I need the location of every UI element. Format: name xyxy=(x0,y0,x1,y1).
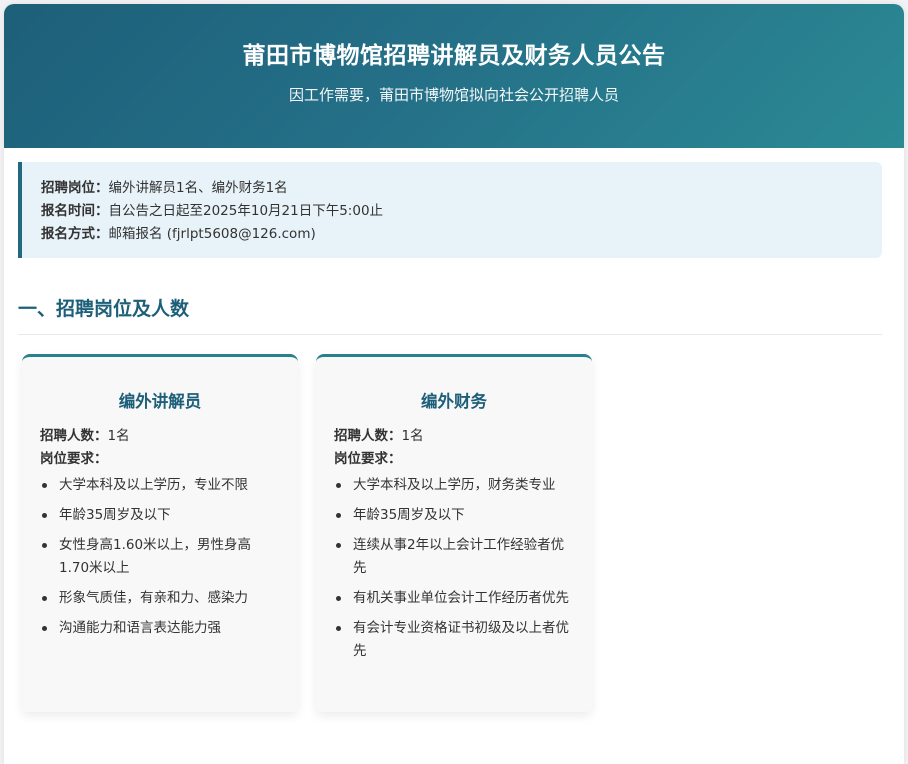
job-card-finance: 编外财务 招聘人数：1名 岗位要求： 大学本科及以上学历，财务类专业 年龄35周… xyxy=(316,354,592,712)
bullet-icon xyxy=(42,483,47,488)
info-positions-value: 编外讲解员1名、编外财务1名 xyxy=(108,180,288,196)
info-method-value: 邮箱报名 (fjrlpt5608@126.com) xyxy=(108,226,316,242)
bullet-icon xyxy=(336,483,341,488)
info-positions-label: 招聘岗位： xyxy=(41,180,109,196)
requirement-text: 年龄35周岁及以下 xyxy=(59,507,171,523)
bullet-icon xyxy=(336,513,341,518)
section-divider xyxy=(18,334,882,335)
bullet-icon xyxy=(42,626,47,631)
page-subtitle: 因工作需要，莆田市博物馆拟向社会公开招聘人员 xyxy=(288,86,619,104)
requirement-item: 年龄35周岁及以下 xyxy=(334,504,574,527)
bullet-icon xyxy=(42,596,47,601)
requirement-item: 有会计专业资格证书初级及以上者优先 xyxy=(334,617,574,663)
bullet-icon xyxy=(336,626,341,631)
requirement-text: 大学本科及以上学历，财务类专业 xyxy=(353,477,556,493)
info-method: 报名方式：邮箱报名 (fjrlpt5608@126.com) xyxy=(41,223,882,246)
info-deadline: 报名时间：自公告之日起至2025年10月21日下午5:00止 xyxy=(41,200,882,223)
job-count-label: 招聘人数： xyxy=(40,428,108,444)
requirement-text: 有会计专业资格证书初级及以上者优先 xyxy=(353,620,569,659)
info-positions: 招聘岗位：编外讲解员1名、编外财务1名 xyxy=(41,177,882,200)
job-requirements-list: 大学本科及以上学历，专业不限 年龄35周岁及以下 女性身高1.60米以上，男性身… xyxy=(40,474,280,640)
job-count-label: 招聘人数： xyxy=(334,428,402,444)
job-requirements-label: 岗位要求： xyxy=(334,451,402,467)
job-count: 招聘人数：1名 xyxy=(40,426,280,447)
requirement-item: 连续从事2年以上会计工作经验者优先 xyxy=(334,534,574,580)
requirement-item: 形象气质佳，有亲和力、感染力 xyxy=(40,587,280,610)
requirement-text: 女性身高1.60米以上，男性身高1.70米以上 xyxy=(59,537,252,576)
job-card-title: 编外财务 xyxy=(421,392,487,411)
requirement-text: 形象气质佳，有亲和力、感染力 xyxy=(59,590,248,606)
bullet-icon xyxy=(42,513,47,518)
info-summary-box: 招聘岗位：编外讲解员1名、编外财务1名 报名时间：自公告之日起至2025年10月… xyxy=(18,162,882,258)
info-method-label: 报名方式： xyxy=(41,226,109,242)
job-requirements-label: 岗位要求： xyxy=(40,451,108,467)
section-title: 一、招聘岗位及人数 xyxy=(18,298,190,320)
info-deadline-value: 自公告之日起至2025年10月21日下午5:00止 xyxy=(108,203,384,219)
requirement-text: 大学本科及以上学历，专业不限 xyxy=(59,477,248,493)
requirement-item: 大学本科及以上学历，财务类专业 xyxy=(334,474,574,497)
requirement-item: 女性身高1.60米以上，男性身高1.70米以上 xyxy=(40,534,280,580)
job-count-value: 1名 xyxy=(401,428,424,444)
job-count-value: 1名 xyxy=(107,428,130,444)
page-title: 莆田市博物馆招聘讲解员及财务人员公告 xyxy=(242,43,666,69)
job-card-title: 编外讲解员 xyxy=(118,392,202,411)
header-banner: 莆田市博物馆招聘讲解员及财务人员公告 因工作需要，莆田市博物馆拟向社会公开招聘人… xyxy=(4,4,904,148)
bullet-icon xyxy=(336,543,341,548)
requirement-text: 沟通能力和语言表达能力强 xyxy=(59,620,221,636)
job-requirements-list: 大学本科及以上学历，财务类专业 年龄35周岁及以下 连续从事2年以上会计工作经验… xyxy=(334,474,574,663)
info-deadline-label: 报名时间： xyxy=(41,203,109,219)
bullet-icon xyxy=(42,543,47,548)
requirement-text: 年龄35周岁及以下 xyxy=(353,507,465,523)
requirement-item: 年龄35周岁及以下 xyxy=(40,504,280,527)
job-card-guide: 编外讲解员 招聘人数：1名 岗位要求： 大学本科及以上学历，专业不限 年龄35周… xyxy=(22,354,298,712)
requirement-item: 大学本科及以上学历，专业不限 xyxy=(40,474,280,497)
job-count: 招聘人数：1名 xyxy=(334,426,574,447)
requirement-item: 沟通能力和语言表达能力强 xyxy=(40,617,280,640)
bullet-icon xyxy=(336,596,341,601)
requirement-item: 有机关事业单位会计工作经历者优先 xyxy=(334,587,574,610)
requirement-text: 连续从事2年以上会计工作经验者优先 xyxy=(353,537,565,576)
requirement-text: 有机关事业单位会计工作经历者优先 xyxy=(353,590,569,606)
